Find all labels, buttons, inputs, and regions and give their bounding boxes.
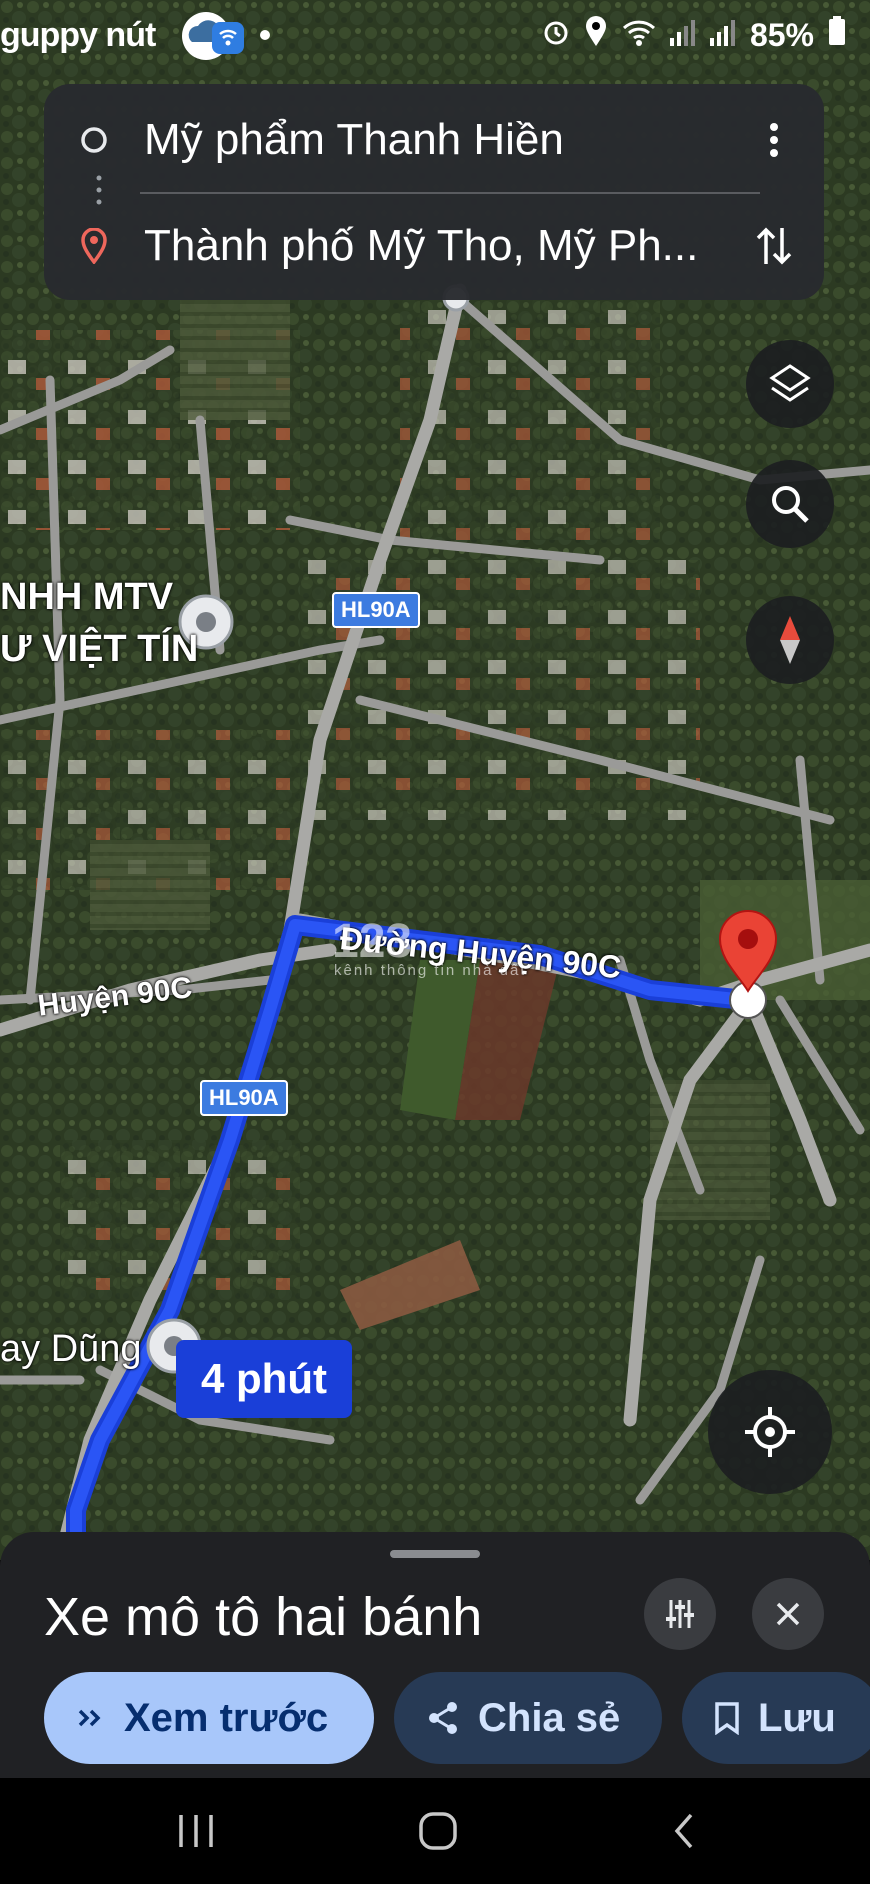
wifi-icon (622, 17, 656, 54)
status-bar: guppy nút 85% (0, 0, 870, 72)
system-nav-bar (0, 1778, 870, 1884)
place-label-bottom[interactable]: ay Dũng (0, 1328, 142, 1371)
route-separator (140, 192, 760, 194)
destination-row[interactable]: Thành phố Mỹ Tho, Mỹ Ph... (44, 196, 824, 296)
road-shield-bottom: HL90A (200, 1080, 288, 1116)
bottom-sheet[interactable]: Xe mô tô hai bánh Xem trước Chia sẻ Lưu (0, 1532, 870, 1778)
share-button[interactable]: Chia sẻ (394, 1672, 662, 1764)
destination-marker-icon (44, 228, 144, 264)
my-location-icon (745, 1407, 795, 1457)
share-label: Chia sẻ (478, 1695, 621, 1740)
tune-icon (666, 1600, 694, 1628)
origin-row[interactable]: Mỹ phẩm Thanh Hiền (44, 90, 824, 190)
watermark: 123 (332, 915, 413, 968)
my-location-button[interactable] (708, 1370, 832, 1494)
business-label-line1[interactable]: NHH MTV (0, 576, 173, 619)
back-button[interactable] (624, 1778, 744, 1884)
travel-mode-title: Xe mô tô hai bánh (44, 1587, 483, 1647)
location-icon (584, 16, 608, 54)
home-button[interactable] (378, 1778, 498, 1884)
close-button[interactable] (752, 1578, 824, 1650)
route-card[interactable]: Mỹ phẩm Thanh Hiền Thành phố Mỹ Tho, Mỹ … (44, 84, 824, 300)
close-icon (776, 1602, 800, 1626)
origin-field[interactable]: Mỹ phẩm Thanh Hiền (144, 115, 734, 165)
save-button[interactable]: Lưu (682, 1672, 870, 1764)
search-icon (772, 486, 809, 523)
compass-button[interactable] (746, 596, 834, 684)
battery-level: 85% (749, 16, 814, 53)
preview-label: Xem trước (124, 1695, 329, 1740)
layers-button[interactable] (746, 340, 834, 428)
double-chevron-right-icon (78, 1709, 101, 1727)
watermark-subtitle: kênh thông tin nhà đất (334, 962, 527, 979)
back-icon (674, 1813, 693, 1849)
bookmark-icon (715, 1702, 739, 1735)
swap-vertical-icon[interactable] (754, 226, 794, 266)
battery-icon (828, 16, 846, 54)
business-label-line2[interactable]: Ư VIỆT TÍN (0, 628, 198, 671)
save-label: Lưu (758, 1695, 836, 1740)
status-carrier-text: guppy nút (0, 16, 156, 54)
road-shield-top: HL90A (332, 592, 420, 628)
action-buttons: Xem trước Chia sẻ Lưu (44, 1672, 870, 1764)
compass-icon (780, 616, 800, 664)
dot-icon (260, 30, 270, 40)
status-icons: 85% (542, 16, 846, 54)
layers-icon (769, 364, 811, 402)
preview-button[interactable]: Xem trước (44, 1672, 374, 1764)
eta-bubble[interactable]: 4 phút (176, 1340, 352, 1418)
signal-icon (709, 17, 736, 54)
options-button[interactable] (644, 1578, 716, 1650)
destination-field[interactable]: Thành phố Mỹ Tho, Mỹ Ph... (144, 221, 734, 271)
share-icon (429, 1702, 457, 1734)
recents-button[interactable] (136, 1778, 256, 1884)
origin-circle-icon (44, 125, 144, 155)
signal-icon (669, 17, 696, 54)
wifi-calling-icon (212, 22, 244, 62)
alarm-icon (542, 17, 570, 54)
home-icon (419, 1812, 457, 1850)
more-vert-icon[interactable] (754, 120, 794, 160)
search-button[interactable] (746, 460, 834, 548)
drag-handle[interactable] (390, 1550, 480, 1558)
recents-icon (179, 1815, 213, 1847)
